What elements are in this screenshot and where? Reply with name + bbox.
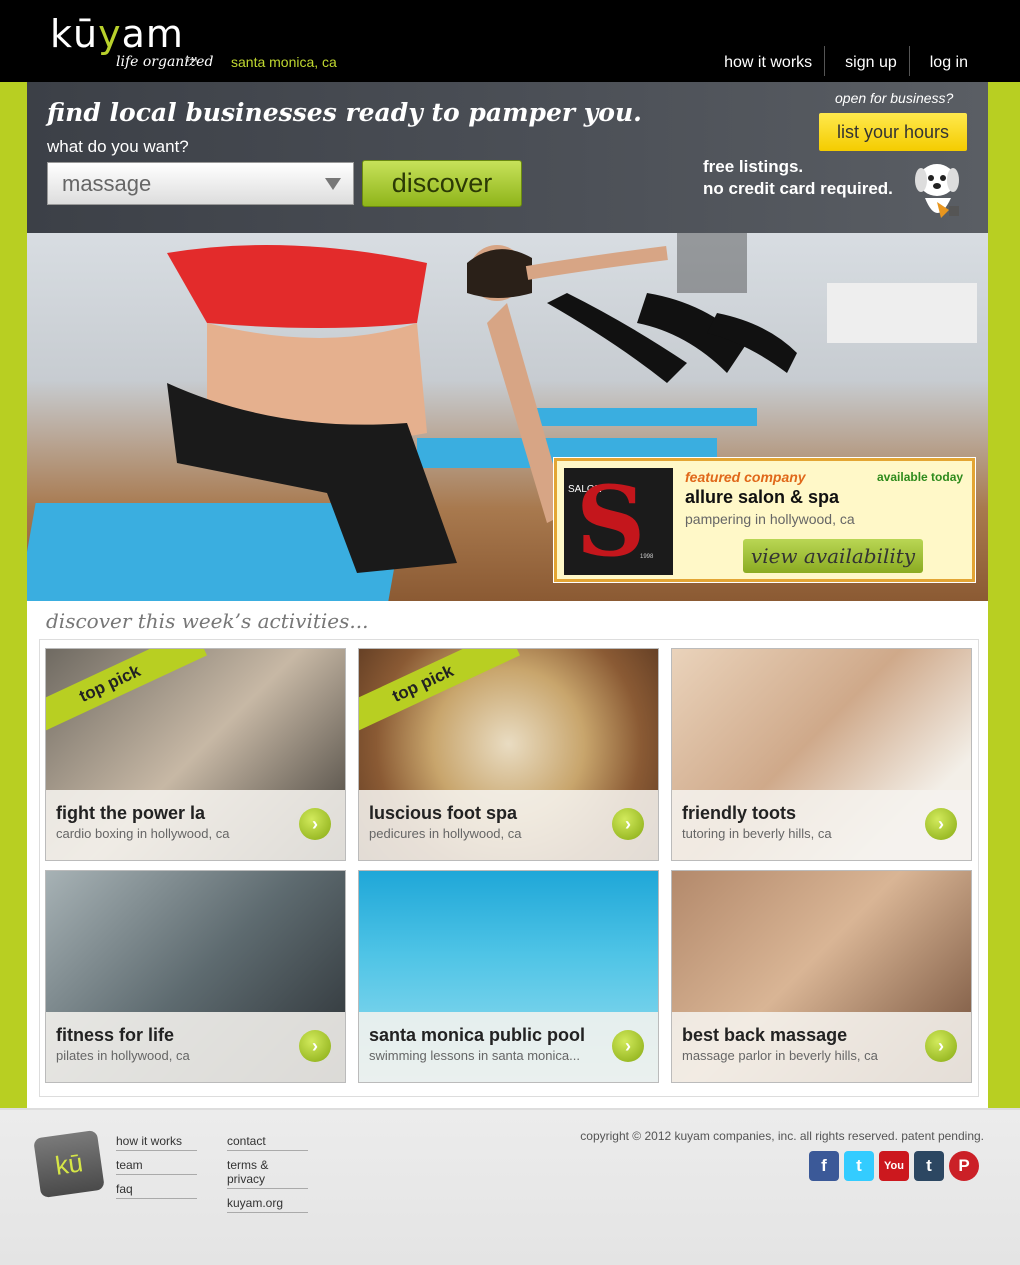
footer-links-col1: how it works team faq — [116, 1132, 197, 1204]
activity-name: fitness for life — [56, 1025, 175, 1045]
footer-link-faq[interactable]: faq — [116, 1180, 197, 1199]
nav-how-it-works[interactable]: how it works — [704, 46, 824, 76]
current-city[interactable]: santa monica, ca — [231, 54, 337, 70]
activity-card-panel: best back massage massage parlor in beve… — [672, 1012, 971, 1082]
activity-card-panel: friendly toots tutoring in beverly hills… — [672, 790, 971, 860]
activity-description: pedicures in hollywood, ca — [369, 826, 522, 841]
arrow-right-icon[interactable]: › — [612, 808, 644, 840]
availability-badge: available today — [877, 470, 964, 484]
facebook-icon[interactable]: f — [809, 1151, 839, 1181]
footer-link-team[interactable]: team — [116, 1156, 197, 1175]
dog-mascot-icon — [915, 164, 959, 218]
footer-link-terms-privacy[interactable]: terms & privacy — [227, 1156, 308, 1189]
top-nav: how it works sign up log in — [704, 46, 980, 76]
free-listings-line: free listings. — [703, 157, 804, 176]
top-bar: kūyamTM life organized santa monica, ca … — [0, 0, 1020, 82]
featured-company-description: pampering in hollywood, ca — [685, 511, 855, 527]
footer-links-col2: contact terms & privacy kuyam.org — [227, 1132, 308, 1218]
arrow-right-icon[interactable]: › — [299, 1030, 331, 1062]
activity-name: best back massage — [682, 1025, 848, 1045]
youtube-icon[interactable]: You — [879, 1151, 909, 1181]
twitter-icon[interactable]: t — [844, 1151, 874, 1181]
nav-sign-up[interactable]: sign up — [824, 46, 909, 76]
copyright-text: copyright © 2012 kuyam companies, inc. a… — [580, 1129, 984, 1143]
activity-name: santa monica public pool — [369, 1025, 586, 1045]
hero-section: find local businesses ready to pamper yo… — [27, 82, 988, 601]
salon-logo-year: 1998 — [640, 554, 654, 560]
activity-description: tutoring in beverly hills, ca — [682, 826, 832, 841]
tumblr-icon[interactable]: t — [914, 1151, 944, 1181]
activity-card[interactable]: santa monica public pool swimming lesson… — [358, 870, 659, 1083]
no-credit-card-line: no credit card required. — [703, 179, 893, 198]
pinterest-icon[interactable]: P — [949, 1151, 979, 1181]
footer-logo[interactable]: kū — [33, 1129, 105, 1199]
free-listings-text: free listings. no credit card required. — [703, 156, 893, 200]
activity-card[interactable]: top pick luscious foot spa pedicures in … — [358, 648, 659, 861]
activity-description: cardio boxing in hollywood, ca — [56, 826, 230, 841]
list-your-hours-button[interactable]: list your hours — [819, 113, 967, 151]
activity-card[interactable]: best back massage massage parlor in beve… — [671, 870, 972, 1083]
kuyam-logo[interactable]: kūyamTM — [50, 14, 197, 64]
activities-title: discover this week’s activities... — [46, 609, 369, 633]
social-links: f t You t P — [809, 1151, 979, 1181]
arrow-right-icon[interactable]: › — [299, 808, 331, 840]
footer-link-kuyam-org[interactable]: kuyam.org — [227, 1194, 308, 1213]
footer: kū how it works team faq contact terms &… — [0, 1108, 1020, 1265]
activity-card-panel: fitness for life pilates in hollywood, c… — [46, 1012, 345, 1082]
hero-headline: find local businesses ready to pamper yo… — [47, 98, 642, 127]
activity-select[interactable]: massage — [47, 162, 354, 205]
tagline: life organized — [116, 54, 214, 70]
activity-card[interactable]: fitness for life pilates in hollywood, c… — [45, 870, 346, 1083]
footer-link-how-it-works[interactable]: how it works — [116, 1132, 197, 1151]
salon-logo[interactable]: SALON S 1998 — [564, 468, 673, 575]
search-panel: find local businesses ready to pamper yo… — [27, 82, 988, 233]
activity-name: friendly toots — [682, 803, 797, 823]
activity-name: luscious foot spa — [369, 803, 518, 823]
activity-card-panel: fight the power la cardio boxing in holl… — [46, 790, 345, 860]
activity-card[interactable]: friendly toots tutoring in beverly hills… — [671, 648, 972, 861]
featured-company-name[interactable]: allure salon & spa — [685, 487, 839, 508]
salon-logo-mark: S — [576, 468, 646, 575]
activity-card-panel: santa monica public pool swimming lesson… — [359, 1012, 658, 1082]
activity-select-value: massage — [62, 170, 152, 196]
view-availability-button[interactable]: view availability — [743, 539, 923, 573]
activity-card-panel: luscious foot spa pedicures in hollywood… — [359, 790, 658, 860]
open-for-business-text: open for business? — [835, 90, 954, 106]
activity-name: fight the power la — [56, 803, 206, 823]
activities-section: discover this week’s activities... top p… — [27, 601, 988, 1108]
arrow-right-icon[interactable]: › — [612, 1030, 644, 1062]
activity-description: pilates in hollywood, ca — [56, 1048, 190, 1063]
featured-company-card: SALON S 1998 featured company available … — [554, 458, 975, 582]
activity-card[interactable]: top pick fight the power la cardio boxin… — [45, 648, 346, 861]
footer-link-contact[interactable]: contact — [227, 1132, 308, 1151]
nav-log-in[interactable]: log in — [908, 46, 980, 76]
discover-button[interactable]: discover — [362, 160, 522, 207]
activity-description: massage parlor in beverly hills, ca — [682, 1048, 878, 1063]
arrow-right-icon[interactable]: › — [925, 1030, 957, 1062]
featured-label: featured company — [685, 469, 806, 485]
activity-description: swimming lessons in santa monica... — [369, 1048, 580, 1063]
dropdown-arrow-icon — [325, 178, 341, 190]
arrow-right-icon[interactable]: › — [925, 808, 957, 840]
activities-grid: top pick fight the power la cardio boxin… — [39, 639, 979, 1097]
search-prompt: what do you want? — [47, 137, 189, 156]
